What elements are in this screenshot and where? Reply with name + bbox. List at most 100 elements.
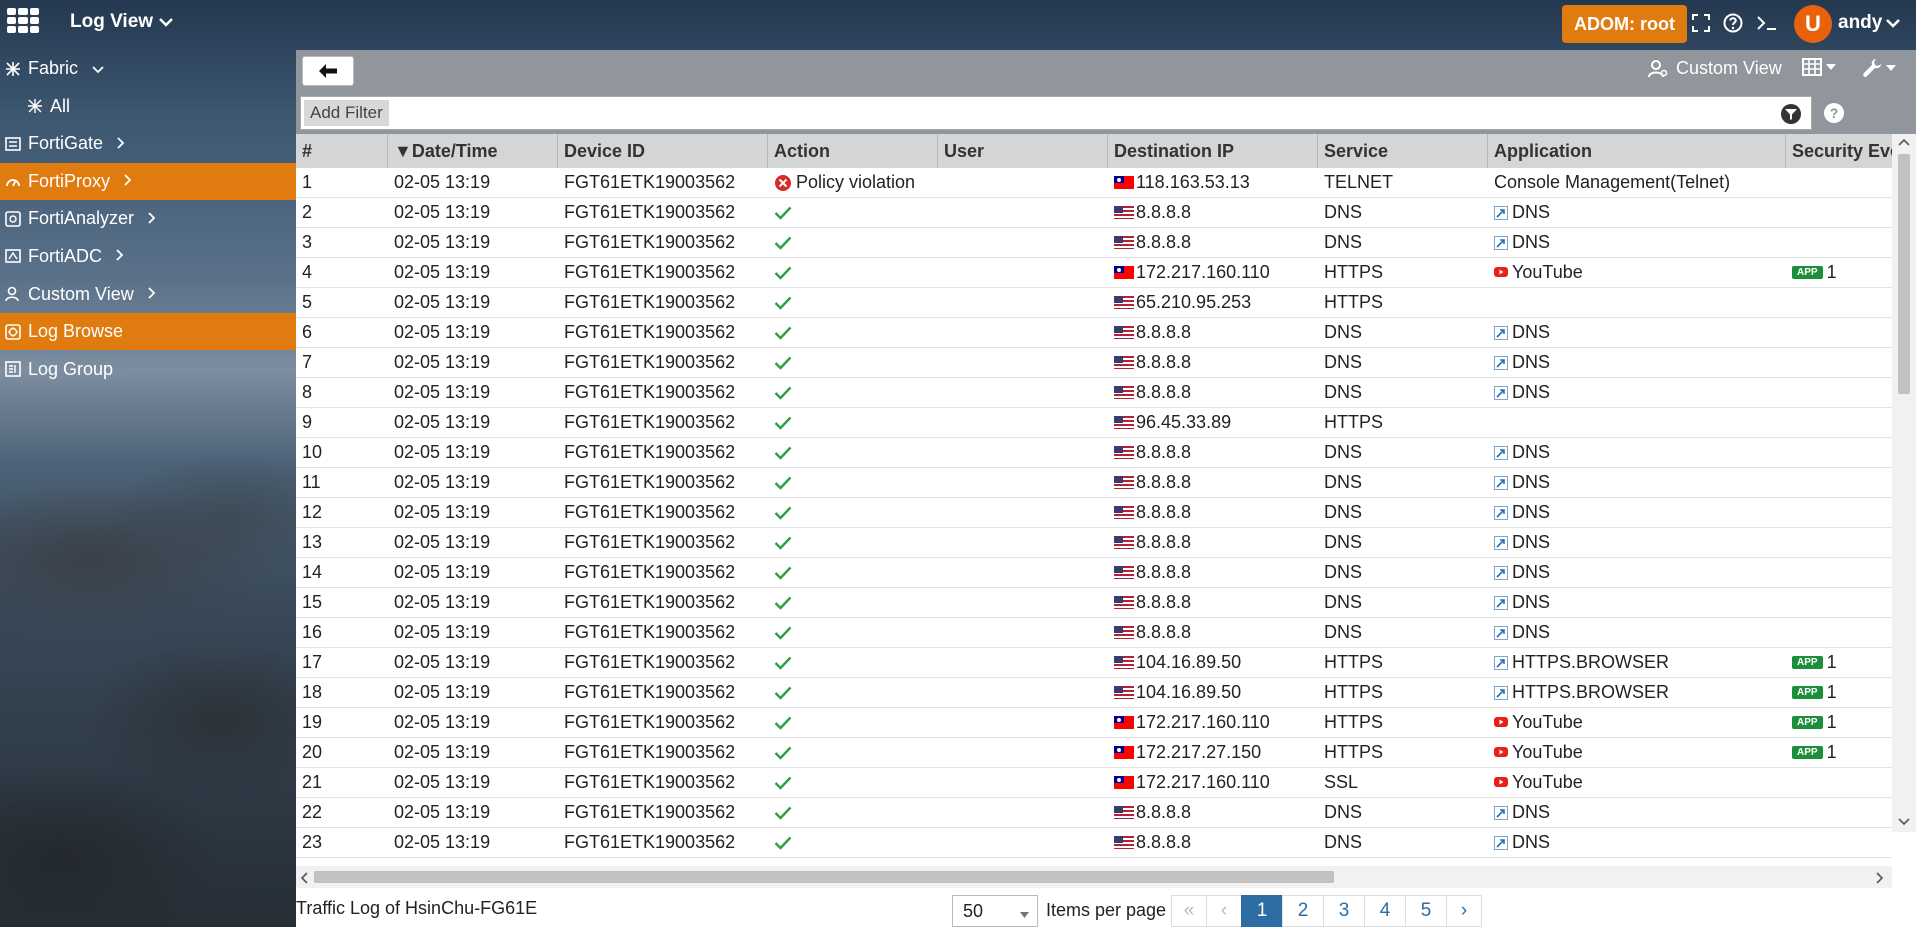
- scroll-down-icon[interactable]: [1898, 818, 1910, 826]
- table-row[interactable]: 15 02-05 13:19 FGT61ETK19003562 8.8.8.8 DNS D…: [296, 588, 1892, 618]
- column-settings-button[interactable]: [1802, 58, 1836, 76]
- cell-datetime: 02-05 13:19: [388, 408, 558, 438]
- sidebar-item-fabric[interactable]: Fabric: [0, 50, 296, 87]
- cell-application: [1488, 288, 1786, 318]
- cell-service: HTTPS: [1318, 708, 1488, 738]
- page-4-button[interactable]: 4: [1364, 895, 1406, 927]
- fullscreen-icon[interactable]: [1692, 14, 1710, 32]
- custom-view-button[interactable]: Custom View: [1648, 58, 1782, 79]
- table-row[interactable]: 8 02-05 13:19 FGT61ETK19003562 8.8.8.8 DNS DN…: [296, 378, 1892, 408]
- filter-help-icon[interactable]: ?: [1824, 103, 1844, 123]
- table-row[interactable]: 10 02-05 13:19 FGT61ETK19003562 8.8.8.8 DNS D…: [296, 438, 1892, 468]
- items-per-page-select[interactable]: 50: [952, 895, 1038, 927]
- sidebar-item-fortiadc[interactable]: FortiADC: [0, 238, 296, 275]
- column-header-number[interactable]: #: [296, 134, 388, 168]
- table-row[interactable]: 12 02-05 13:19 FGT61ETK19003562 8.8.8.8 DNS D…: [296, 498, 1892, 528]
- cell-action: Policy violation: [768, 168, 938, 198]
- back-button[interactable]: [302, 56, 354, 86]
- column-header-service[interactable]: Service: [1318, 134, 1488, 168]
- app-grid-icon[interactable]: [6, 6, 40, 36]
- table-row[interactable]: 18 02-05 13:19 FGT61ETK19003562 104.16.89.5…: [296, 678, 1892, 708]
- help-icon[interactable]: [1723, 13, 1743, 33]
- next-page-button[interactable]: ›: [1446, 895, 1482, 927]
- cell-user: [938, 648, 1108, 678]
- table-row[interactable]: 20 02-05 13:19 FGT61ETK19003562 172.217.27.…: [296, 738, 1892, 768]
- cell-destination-ip: 8.8.8.8: [1108, 348, 1318, 378]
- column-header-action[interactable]: Action: [768, 134, 938, 168]
- column-header-date-time[interactable]: ▼Date/Time: [388, 134, 558, 168]
- table-row[interactable]: 19 02-05 13:19 FGT61ETK19003562 172.217.160…: [296, 708, 1892, 738]
- cli-console-icon[interactable]: [1756, 14, 1778, 32]
- device-id-value: FGT61ETK19003562: [564, 232, 736, 252]
- page-5-button[interactable]: 5: [1405, 895, 1447, 927]
- add-filter-button[interactable]: Add Filter: [304, 100, 389, 126]
- sidebar-item-log-browse[interactable]: Log Browse: [0, 313, 296, 351]
- table-row[interactable]: 14 02-05 13:19 FGT61ETK19003562 8.8.8.8 DNS D…: [296, 558, 1892, 588]
- datetime-value: 02-05 13:19: [394, 352, 491, 372]
- vertical-scroll-thumb[interactable]: [1898, 154, 1910, 394]
- sidebar-item-fortianalyzer[interactable]: FortiAnalyzer: [0, 200, 296, 237]
- arrow-left-icon: [319, 64, 337, 78]
- user-menu[interactable]: andy: [1838, 12, 1901, 34]
- table-row[interactable]: 2 02-05 13:19 FGT61ETK19003562 8.8.8.8 DNS DN…: [296, 198, 1892, 228]
- sidebar-item-custom-view[interactable]: Custom View: [0, 276, 296, 313]
- prev-page-button[interactable]: ‹: [1206, 895, 1242, 927]
- table-row[interactable]: 13 02-05 13:19 FGT61ETK19003562 8.8.8.8 DNS D…: [296, 528, 1892, 558]
- cell-user: [938, 588, 1108, 618]
- app-badge: APP: [1792, 716, 1823, 729]
- row-number: 3: [302, 232, 313, 252]
- app-generic-icon: [1494, 595, 1508, 610]
- service-value: DNS: [1324, 562, 1363, 582]
- table-row[interactable]: 23 02-05 13:19 FGT61ETK19003562 8.8.8.8 DNS D…: [296, 828, 1892, 858]
- page-3-button[interactable]: 3: [1323, 895, 1365, 927]
- filter-funnel-icon[interactable]: [1781, 104, 1801, 124]
- table-row[interactable]: 9 02-05 13:19 FGT61ETK19003562 96.45.33.89 H…: [296, 408, 1892, 438]
- table-row[interactable]: 6 02-05 13:19 FGT61ETK19003562 8.8.8.8 DNS DN…: [296, 318, 1892, 348]
- table-row[interactable]: 17 02-05 13:19 FGT61ETK19003562 104.16.89.5…: [296, 648, 1892, 678]
- destination-ip-value: 172.217.160.110: [1136, 712, 1270, 732]
- cell-device-id: FGT61ETK19003562: [558, 528, 768, 558]
- table-row[interactable]: 7 02-05 13:19 FGT61ETK19003562 8.8.8.8 DNS DN…: [296, 348, 1892, 378]
- device-id-value: FGT61ETK19003562: [564, 262, 736, 282]
- page-1-button[interactable]: 1: [1241, 895, 1283, 927]
- sidebar-item-fortigate[interactable]: FortiGate: [0, 125, 296, 162]
- filter-input[interactable]: Add Filter: [300, 96, 1812, 130]
- cell-security-event: APP 1: [1786, 678, 1892, 708]
- cell-device-id: FGT61ETK19003562: [558, 738, 768, 768]
- tools-button[interactable]: [1862, 58, 1896, 78]
- cell-datetime: 02-05 13:19: [388, 768, 558, 798]
- table-row[interactable]: 1 02-05 13:19 FGT61ETK19003562 Policy viola…: [296, 168, 1892, 198]
- horizontal-scrollbar[interactable]: [296, 866, 1892, 888]
- table-row[interactable]: 22 02-05 13:19 FGT61ETK19003562 8.8.8.8 DNS D…: [296, 798, 1892, 828]
- scroll-right-icon[interactable]: [1876, 872, 1884, 884]
- horizontal-scroll-thumb[interactable]: [314, 871, 1334, 883]
- cell-security-event: [1786, 558, 1892, 588]
- table-row[interactable]: 11 02-05 13:19 FGT61ETK19003562 8.8.8.8 DNS D…: [296, 468, 1892, 498]
- accept-check-icon: [774, 296, 792, 310]
- column-header-security-event-l[interactable]: Security Event L: [1786, 134, 1892, 168]
- cell-user: [938, 828, 1108, 858]
- page-2-button[interactable]: 2: [1282, 895, 1324, 927]
- device-id-value: FGT61ETK19003562: [564, 352, 736, 372]
- table-row[interactable]: 21 02-05 13:19 FGT61ETK19003562 172.217.160…: [296, 768, 1892, 798]
- column-header-device-id[interactable]: Device ID: [558, 134, 768, 168]
- cell-user: [938, 318, 1108, 348]
- avatar[interactable]: U: [1794, 5, 1832, 43]
- sidebar-item-fortiproxy[interactable]: FortiProxy: [0, 162, 296, 200]
- table-row[interactable]: 16 02-05 13:19 FGT61ETK19003562 8.8.8.8 DNS D…: [296, 618, 1892, 648]
- application-value: YouTube: [1512, 742, 1583, 762]
- table-row[interactable]: 3 02-05 13:19 FGT61ETK19003562 8.8.8.8 DNS DN…: [296, 228, 1892, 258]
- adom-button[interactable]: ADOM: root: [1562, 5, 1687, 43]
- table-row[interactable]: 4 02-05 13:19 FGT61ETK19003562 172.217.160.…: [296, 258, 1892, 288]
- first-page-button[interactable]: «: [1171, 895, 1207, 927]
- column-header-application[interactable]: Application: [1488, 134, 1786, 168]
- scroll-left-icon[interactable]: [300, 872, 308, 884]
- table-row[interactable]: 5 02-05 13:19 FGT61ETK19003562 65.210.95.25…: [296, 288, 1892, 318]
- column-header-destination-ip[interactable]: Destination IP: [1108, 134, 1318, 168]
- sidebar-item-all[interactable]: All: [0, 88, 296, 125]
- app-title-menu[interactable]: Log View: [70, 11, 173, 33]
- column-header-user[interactable]: User: [938, 134, 1108, 168]
- sidebar-item-log-group[interactable]: Log Group: [0, 351, 296, 388]
- vertical-scrollbar[interactable]: [1892, 134, 1916, 832]
- scroll-up-icon[interactable]: [1898, 138, 1910, 146]
